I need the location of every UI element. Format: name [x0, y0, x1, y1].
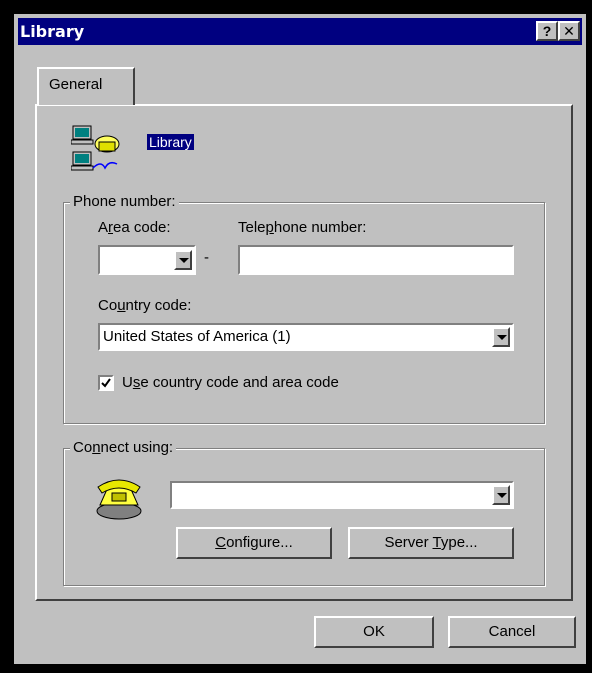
area-code-dropdown-button[interactable] [174, 250, 192, 270]
connection-name: Library [147, 134, 194, 150]
phone-number-group: Phone number: Area code: Telephone numbe… [63, 193, 545, 424]
telephone-number-label: Telephone number: [238, 219, 367, 236]
title-bar[interactable]: Library ? ✕ [18, 18, 582, 45]
country-code-combobox[interactable]: United States of America (1) [98, 323, 514, 351]
chevron-down-icon [497, 493, 507, 498]
country-code-value: United States of America (1) [103, 328, 291, 345]
checkmark-icon [101, 378, 111, 388]
tab-general-label: General [49, 76, 103, 93]
configure-button[interactable]: Configure... [176, 527, 332, 559]
chevron-down-icon [179, 258, 189, 263]
area-code-dash: - [204, 249, 209, 266]
area-code-combobox[interactable] [98, 245, 196, 275]
server-type-button[interactable]: Server Type... [348, 527, 514, 559]
country-code-dropdown-button[interactable] [492, 327, 510, 347]
phone-number-legend: Phone number: [70, 193, 179, 210]
ok-button[interactable]: OK [314, 616, 434, 648]
network-computers-icon [71, 125, 120, 171]
connect-using-group: Connect using: Configure... Server Type.… [63, 439, 545, 586]
use-codes-checkbox[interactable] [98, 375, 114, 391]
telephone-icon [96, 479, 142, 520]
device-dropdown-button[interactable] [492, 485, 510, 505]
window-title: Library [20, 22, 85, 41]
cancel-button[interactable]: Cancel [448, 616, 576, 648]
tab-panel: Library Phone number: Area code: Telepho… [35, 104, 573, 601]
use-codes-label[interactable]: Use country code and area code [122, 374, 339, 391]
telephone-number-input[interactable] [238, 245, 514, 275]
device-combobox[interactable] [170, 481, 514, 509]
tab-general[interactable]: General [37, 67, 135, 105]
close-button[interactable]: ✕ [558, 21, 580, 41]
area-code-label: Area code: [98, 219, 171, 236]
help-button[interactable]: ? [536, 21, 558, 41]
properties-dialog: Library ? ✕ General Library Phone number… [14, 14, 586, 664]
country-code-label: Country code: [98, 297, 192, 314]
connect-using-legend: Connect using: [70, 439, 177, 456]
chevron-down-icon [497, 335, 507, 340]
